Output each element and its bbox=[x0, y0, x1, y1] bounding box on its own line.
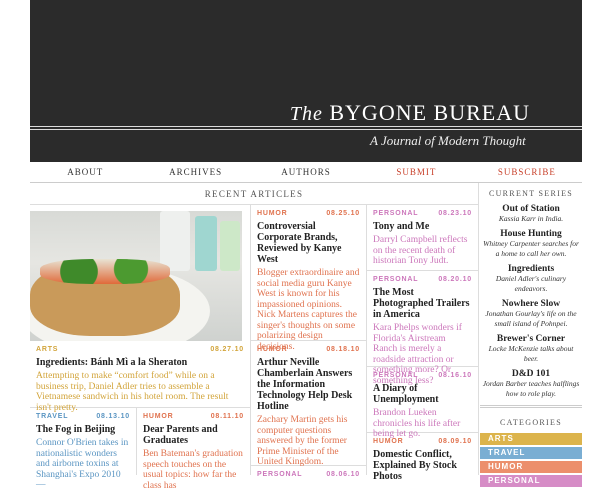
article-summary: Darryl Campbell reflects on the recent d… bbox=[373, 235, 468, 266]
divider bbox=[480, 405, 582, 408]
category-label[interactable]: TRAVEL bbox=[36, 413, 68, 420]
article-title[interactable]: Domestic Conflict, Explained By Stock Ph… bbox=[373, 449, 472, 482]
article-card[interactable]: HUMOR 08.25.10 Controversial Corporate Br… bbox=[251, 210, 366, 352]
article-date: 08.13.10 bbox=[96, 413, 130, 420]
article-summary: Zachary Martin gets his computer questio… bbox=[257, 415, 348, 467]
sidebar: CURRENT SERIES Out of Station Kassia Karr… bbox=[480, 183, 582, 489]
category-label[interactable]: PERSONAL bbox=[373, 210, 418, 217]
category-label[interactable]: HUMOR bbox=[257, 346, 287, 353]
series-title[interactable]: D&D 101 bbox=[480, 369, 582, 379]
article-date: 08.27.10 bbox=[210, 346, 244, 353]
series-item[interactable]: Out of Station Kassia Karr in India. bbox=[480, 204, 582, 224]
article-card[interactable]: HUMOR 08.11.10 Dear Parents and Graduates… bbox=[137, 413, 250, 491]
current-series-heading: CURRENT SERIES bbox=[488, 189, 574, 198]
article-card[interactable]: TRAVEL 08.13.10 The Fog in Beijing Connor… bbox=[30, 413, 136, 491]
nav-authors[interactable]: AUTHORS bbox=[251, 162, 361, 182]
article-summary: Attempting to make “comfort food” while … bbox=[36, 371, 229, 413]
series-item[interactable]: Nowhere Slow Jonathan Gourlay's life on t… bbox=[480, 299, 582, 329]
category-personal[interactable]: PERSONAL bbox=[480, 475, 582, 487]
series-item[interactable]: House Hunting Whitney Carpenter searches … bbox=[480, 229, 582, 259]
category-arts[interactable]: ARTS bbox=[480, 433, 582, 445]
main-nav: ABOUT ARCHIVES AUTHORS SUBMIT SUBSCRIBE bbox=[30, 162, 582, 183]
article-summary: Ben Bateman's graduation speech touches … bbox=[143, 449, 243, 491]
bottle-shape bbox=[220, 221, 240, 271]
article-title[interactable]: The Fog in Beijing bbox=[36, 424, 130, 435]
series-title[interactable]: Ingredients bbox=[480, 264, 582, 274]
category-label[interactable]: HUMOR bbox=[373, 438, 403, 445]
article-summary: Brandon Lueken chronicles his life after… bbox=[373, 408, 461, 439]
article-date: 08.09.10 bbox=[438, 438, 472, 445]
article-title[interactable]: Ingredients: Bánh Mì a la Sheraton bbox=[36, 357, 244, 368]
article-summary: Connor O'Brien takes in nationalistic wo… bbox=[36, 438, 129, 490]
series-desc: Jordan Barber teaches halflings how to r… bbox=[482, 379, 580, 398]
series-title[interactable]: Out of Station bbox=[480, 204, 582, 214]
series-desc: Whitney Carpenter searches for a home to… bbox=[483, 239, 579, 258]
article-summary: Blogger extraordinaire and social media … bbox=[257, 268, 360, 352]
category-humor[interactable]: HUMOR bbox=[480, 461, 582, 473]
nav-about[interactable]: ABOUT bbox=[30, 162, 140, 182]
bottle-shape bbox=[160, 211, 190, 271]
categories-heading: CATEGORIES bbox=[500, 418, 562, 427]
series-item[interactable]: Brewer's Corner Locke McKenzie talks abou… bbox=[480, 334, 582, 364]
category-travel[interactable]: TRAVEL bbox=[480, 447, 582, 459]
article-title[interactable]: A Diary of Unemployment bbox=[373, 383, 472, 405]
article-card[interactable]: PERSONAL 08.06.10 bbox=[251, 471, 366, 482]
site-subtitle: A Journal of Modern Thought bbox=[370, 133, 526, 148]
article-card[interactable]: HUMOR 08.18.10 Arthur Neville Chamberlain… bbox=[251, 346, 366, 468]
category-label[interactable]: HUMOR bbox=[257, 210, 287, 217]
site-header: The BYGONE BUREAU A Journal of Modern Th… bbox=[30, 0, 582, 162]
article-card[interactable]: HUMOR 08.09.10 Domestic Conflict, Explain… bbox=[367, 438, 478, 485]
divider bbox=[366, 270, 478, 271]
article-date: 08.16.10 bbox=[438, 372, 472, 379]
series-item[interactable]: Ingredients Daniel Adler's culinary endea… bbox=[480, 264, 582, 294]
series-title[interactable]: Brewer's Corner bbox=[480, 334, 582, 344]
header-rule bbox=[30, 126, 582, 130]
article-date: 08.23.10 bbox=[438, 210, 472, 217]
article-card[interactable]: PERSONAL 08.16.10 A Diary of Unemployment… bbox=[367, 372, 478, 440]
series-item[interactable]: D&D 101 Jordan Barber teaches halflings h… bbox=[480, 369, 582, 399]
category-label[interactable]: PERSONAL bbox=[373, 372, 418, 379]
series-desc: Kassia Karr in India. bbox=[498, 214, 564, 223]
article-card[interactable]: PERSONAL 08.23.10 Tony and Me Darryl Camp… bbox=[367, 210, 478, 267]
site-title[interactable]: The BYGONE BUREAU bbox=[290, 100, 530, 126]
recent-articles-heading: RECENT ARTICLES bbox=[30, 183, 478, 205]
category-label[interactable]: ARTS bbox=[36, 346, 58, 353]
series-title[interactable]: Nowhere Slow bbox=[480, 299, 582, 309]
article-date: 08.20.10 bbox=[438, 276, 472, 283]
bottle-shape bbox=[195, 216, 217, 271]
divider bbox=[478, 183, 479, 475]
article-title[interactable]: Arthur Neville Chamberlain Answers the I… bbox=[257, 357, 360, 412]
series-desc: Jonathan Gourlay's life on the small isl… bbox=[485, 309, 577, 328]
filling-shape bbox=[40, 259, 170, 284]
article-card[interactable]: PERSONAL 08.20.10 The Most Photographed T… bbox=[367, 276, 478, 386]
article-title[interactable]: Controversial Corporate Brands, Reviewed… bbox=[257, 221, 360, 265]
nav-subscribe[interactable]: SUBSCRIBE bbox=[472, 162, 582, 182]
article-title[interactable]: Dear Parents and Graduates bbox=[143, 424, 244, 446]
nav-archives[interactable]: ARCHIVES bbox=[140, 162, 250, 182]
series-title[interactable]: House Hunting bbox=[480, 229, 582, 239]
featured-article[interactable]: ARTS 08.27.10 Ingredients: Bánh Mì a la S… bbox=[30, 346, 250, 413]
featured-photo[interactable] bbox=[30, 211, 242, 341]
series-desc: Daniel Adler's culinary endeavors. bbox=[495, 274, 567, 293]
series-desc: Locke McKenzie talks about beer. bbox=[488, 344, 574, 363]
article-title[interactable]: The Most Photographed Trailers in Americ… bbox=[373, 287, 472, 320]
nav-submit[interactable]: SUBMIT bbox=[361, 162, 471, 182]
article-date: 08.18.10 bbox=[326, 346, 360, 353]
article-date: 08.11.10 bbox=[210, 413, 244, 420]
category-label[interactable]: PERSONAL bbox=[373, 276, 418, 283]
category-label[interactable]: HUMOR bbox=[143, 413, 173, 420]
article-date: 08.25.10 bbox=[326, 210, 360, 217]
article-title[interactable]: Tony and Me bbox=[373, 221, 472, 232]
